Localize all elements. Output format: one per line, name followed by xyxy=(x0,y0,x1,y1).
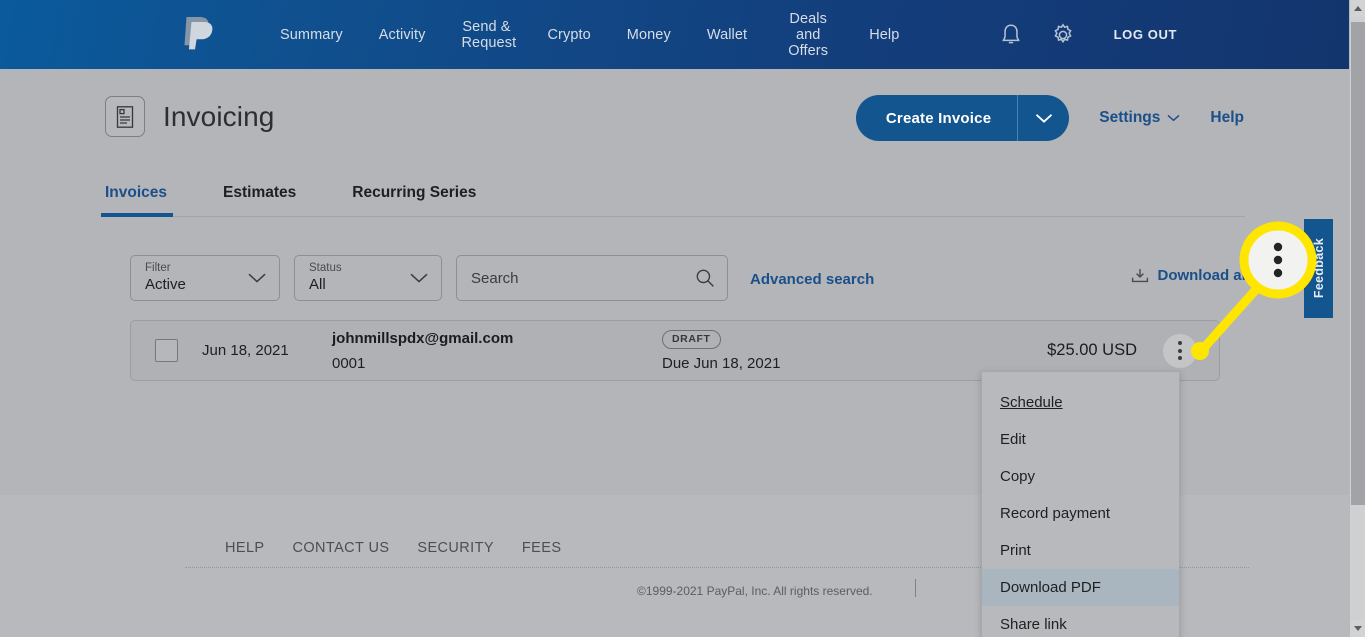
invoice-date: Jun 18, 2021 xyxy=(202,342,289,359)
status-badge: DRAFT xyxy=(662,330,721,349)
scrollbar-thumb[interactable] xyxy=(1351,22,1365,505)
download-tray-icon xyxy=(1132,268,1149,282)
settings-menu[interactable]: Settings xyxy=(1099,109,1180,127)
menu-item-share-link[interactable]: Share link xyxy=(982,606,1179,637)
page-header: Invoicing xyxy=(105,96,274,137)
search-box[interactable] xyxy=(456,255,728,301)
filter-dropdown-value: Active xyxy=(145,275,186,293)
page-title: Invoicing xyxy=(163,100,275,132)
tab-invoices[interactable]: Invoices xyxy=(100,184,174,217)
menu-item-label: Schedule xyxy=(1000,394,1063,411)
chevron-down-icon xyxy=(248,273,266,283)
settings-label: Settings xyxy=(1099,109,1161,126)
logout-button[interactable]: LOG OUT xyxy=(1114,27,1177,42)
menu-item-copy[interactable]: Copy xyxy=(982,458,1179,495)
chevron-down-icon xyxy=(1167,114,1180,122)
menu-item-label: Share link xyxy=(1000,616,1067,633)
scroll-up-arrow-icon[interactable] xyxy=(1350,0,1365,17)
invoice-due-date: Due Jun 18, 2021 xyxy=(662,355,781,372)
menu-item-label: Copy xyxy=(1000,468,1036,485)
footer-link-fees[interactable]: FEES xyxy=(522,540,561,556)
create-invoice-button[interactable]: Create Invoice xyxy=(856,95,1017,141)
menu-item-label: Record payment xyxy=(1000,505,1111,522)
paypal-invoicing-page: Summary Activity Send & Request Crypto Money… xyxy=(0,0,1349,637)
footer-link-help[interactable]: HELP xyxy=(225,540,264,556)
nav-link-send-request[interactable]: Send & Request xyxy=(443,19,529,51)
kebab-menu-icon[interactable] xyxy=(1163,333,1197,368)
footer-link-contact-us[interactable]: CONTACT US xyxy=(292,540,389,556)
status-dropdown[interactable]: Status All xyxy=(294,255,442,301)
menu-item-label: Download PDF xyxy=(1000,579,1101,596)
menu-item-label: Edit xyxy=(1000,431,1026,448)
help-link[interactable]: Help xyxy=(1210,109,1244,127)
chevron-down-icon xyxy=(410,273,428,283)
feedback-tab[interactable]: Feedback xyxy=(1304,219,1333,318)
invoice-amount: $25.00 USD xyxy=(1047,341,1137,359)
invoice-document-icon xyxy=(105,96,145,137)
create-invoice-group[interactable]: Create Invoice xyxy=(855,95,1070,141)
help-label: Help xyxy=(1210,109,1244,126)
gear-icon[interactable] xyxy=(1050,22,1076,48)
filter-dropdown-label: Filter xyxy=(145,262,171,275)
menu-item-record-payment[interactable]: Record payment xyxy=(982,495,1179,532)
invoice-number: 0001 xyxy=(332,354,366,372)
copyright-text: ©1999-2021 PayPal, Inc. All rights reser… xyxy=(637,584,873,598)
advanced-search-link[interactable]: Advanced search xyxy=(750,268,874,288)
chevron-down-icon[interactable] xyxy=(1017,95,1069,141)
nav-link-crypto[interactable]: Crypto xyxy=(529,27,608,43)
invoice-status: DRAFT Due Jun 18, 2021 xyxy=(662,329,912,372)
nav-link-wallet[interactable]: Wallet xyxy=(689,27,765,43)
invoice-row-checkbox[interactable] xyxy=(155,339,178,362)
header-actions: Create Invoice Settings Help xyxy=(855,95,1244,141)
invoice-recipient: johnmillspdx@gmail.com 0001 xyxy=(332,330,662,372)
menu-item-label: Print xyxy=(1000,542,1031,559)
nav-link-activity[interactable]: Activity xyxy=(361,27,444,43)
footer-vertical-rule xyxy=(915,579,916,597)
filter-bar: Filter Active Status All Search Advanced… xyxy=(130,255,1250,301)
menu-item-print[interactable]: Print xyxy=(982,532,1179,569)
download-all-label: Download all xyxy=(1157,267,1250,284)
tab-recurring-series[interactable]: Recurring Series xyxy=(352,184,476,216)
tab-estimates[interactable]: Estimates xyxy=(223,184,296,216)
paypal-logo[interactable] xyxy=(180,14,214,54)
bell-icon[interactable] xyxy=(998,22,1024,48)
status-dropdown-label: Status xyxy=(309,262,342,275)
nav-link-money[interactable]: Money xyxy=(609,27,689,43)
nav-link-deals-and-offers[interactable]: Deals and Offers xyxy=(765,11,851,59)
download-all-button[interactable]: Download all xyxy=(1131,267,1250,284)
invoice-recipient-email: johnmillspdx@gmail.com xyxy=(332,329,514,347)
menu-item-download-pdf[interactable]: Download PDF xyxy=(982,569,1179,606)
menu-item-edit[interactable]: Edit xyxy=(982,421,1179,458)
nav-link-summary[interactable]: Summary xyxy=(262,27,361,43)
browser-scrollbar[interactable] xyxy=(1349,0,1365,637)
status-dropdown-value: All xyxy=(309,275,326,293)
search-input[interactable] xyxy=(471,269,686,287)
invoice-actions-menu: Schedule Edit Copy Record payment Print Downl… xyxy=(981,371,1180,637)
search-icon[interactable] xyxy=(695,268,715,288)
top-navigation-bar: Summary Activity Send & Request Crypto Money… xyxy=(0,0,1349,69)
primary-nav-links: Summary Activity Send & Request Crypto Money… xyxy=(262,0,917,69)
feedback-label: Feedback xyxy=(1311,238,1326,299)
footer-link-security[interactable]: SECURITY xyxy=(417,540,494,556)
tab-bar: Invoices Estimates Recurring Series xyxy=(100,169,1245,217)
nav-right-actions: LOG OUT xyxy=(998,0,1177,69)
nav-link-help[interactable]: Help xyxy=(851,27,917,43)
filter-dropdown[interactable]: Filter Active xyxy=(130,255,280,301)
menu-item-schedule[interactable]: Schedule xyxy=(982,384,1179,421)
footer-links: HELP CONTACT US SECURITY FEES xyxy=(225,540,561,556)
scroll-down-arrow-icon[interactable] xyxy=(1350,620,1365,637)
